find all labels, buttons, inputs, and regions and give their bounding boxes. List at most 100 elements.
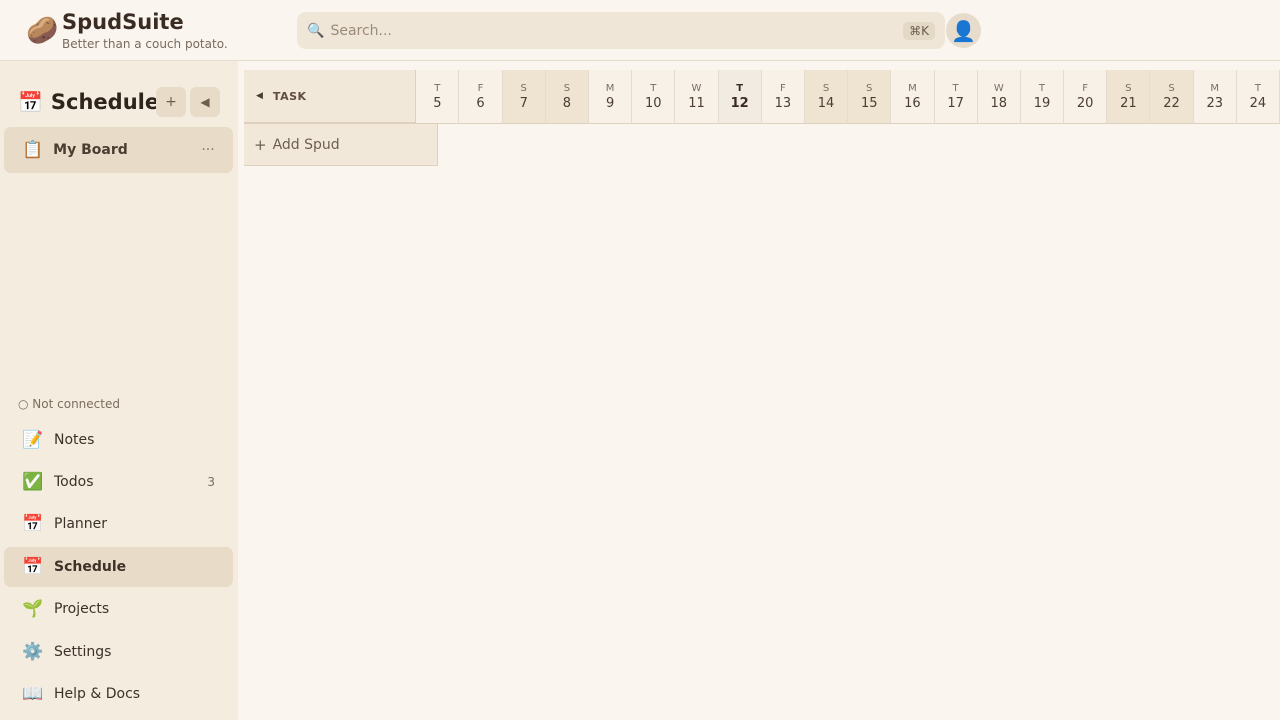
search-icon: 🔍: [307, 22, 325, 39]
board-item-my-board[interactable]: 📋 My Board ···: [4, 127, 233, 173]
day-weekday-letter: T: [736, 82, 744, 94]
calendar-icon: 📅: [22, 557, 44, 577]
day-weekday-letter: S: [1125, 82, 1132, 94]
clipboard-icon: 📋: [22, 140, 44, 160]
day-weekday-letter: F: [1082, 82, 1089, 94]
day-weekday-letter: T: [1038, 82, 1046, 94]
more-options-button[interactable]: ···: [193, 142, 223, 158]
day-weekday-letter: M: [1210, 82, 1220, 94]
plus-icon: +: [254, 135, 267, 154]
day-date-number: 12: [730, 95, 749, 111]
day-column-header[interactable]: W 18: [977, 70, 1021, 124]
day-column-header[interactable]: F 20: [1064, 70, 1108, 124]
day-column-header[interactable]: F6: [459, 70, 503, 124]
nav-item-planner[interactable]: 📅 Planner: [4, 504, 233, 544]
day-column-header[interactable]: M 23: [1193, 70, 1237, 124]
todo-count-badge: 3: [207, 475, 215, 489]
day-weekday-letter: F: [779, 82, 786, 94]
day-weekday-letter: T: [434, 82, 441, 94]
day-column-header[interactable]: S8: [545, 70, 589, 124]
nav-label: Schedule: [54, 559, 127, 575]
day-column-header[interactable]: S 14: [804, 70, 849, 124]
calendar-icon: 📅: [18, 90, 43, 114]
timeline-header: ◀ TASK T 5 F 6 S 7 S 8 M 9 T 10 W 11 T 12 F 13 S 14 S 15 M 16 T 1…: [244, 70, 1280, 124]
search-shortcut-hint: ⌘K: [903, 21, 935, 40]
nav-label: Help & Docs: [54, 686, 141, 702]
day-weekday-letter: S: [1168, 82, 1175, 94]
memo-icon: 📝: [22, 430, 44, 450]
gear-icon: ⚙️: [22, 642, 44, 662]
day-date-number: 8: [562, 95, 572, 111]
add-board-button[interactable]: +: [156, 87, 186, 117]
add-spud-button[interactable]: + Add Spud: [244, 124, 438, 166]
brand-text: SpudSuite Better than a couch potato.: [62, 10, 228, 52]
day-date-number: 21: [1120, 95, 1137, 111]
day-weekday-letter: S: [866, 82, 873, 94]
check-icon: ✅: [22, 472, 44, 492]
sidebar: 📅 Schedule + ◀ 📋 My Board ··· ○ Not conn…: [0, 61, 238, 720]
day-date-number: 22: [1163, 95, 1180, 111]
brand[interactable]: 🥔 SpudSuite Better than a couch potato.: [26, 10, 228, 52]
task-column-header: ◀ TASK: [244, 70, 417, 124]
nav-item-settings[interactable]: ⚙️ Settings: [4, 632, 233, 672]
day-date-number: 5: [433, 95, 442, 111]
search-input[interactable]: [330, 22, 904, 39]
search-bar[interactable]: 🔍 ⌘K: [297, 12, 945, 49]
nav-item-todos[interactable]: ✅ Todos 3: [4, 462, 233, 502]
nav-item-help-docs[interactable]: 📖 Help & Docs: [4, 674, 233, 714]
add-spud-label: Add Spud: [272, 136, 340, 153]
day-column-header[interactable]: M9: [589, 70, 633, 124]
day-column-header[interactable]: S7: [502, 70, 546, 124]
top-bar: 🥔 SpudSuite Better than a couch potato. …: [0, 0, 1280, 61]
nav-label: Settings: [54, 644, 112, 660]
task-column-title: TASK: [272, 89, 307, 103]
day-weekday-letter: S: [520, 82, 527, 94]
day-weekday-letter: F: [477, 82, 484, 94]
day-column-header[interactable]: S 21: [1107, 70, 1151, 124]
day-weekday-letter: T: [952, 82, 959, 94]
board-label: My Board: [53, 142, 128, 158]
day-date-number: 11: [688, 95, 705, 111]
nav-item-notes[interactable]: 📝 Notes: [4, 420, 233, 460]
nav-item-projects[interactable]: 🌱 Projects: [4, 589, 233, 629]
day-date-number: 18: [990, 95, 1008, 111]
potato-logo-icon: 🥔: [26, 16, 59, 46]
nav-item-schedule[interactable]: 📅 Schedule: [4, 547, 233, 587]
collapse-sidebar-button[interactable]: ◀: [190, 87, 220, 117]
day-date-number: 17: [947, 95, 964, 111]
book-icon: 📖: [22, 684, 44, 704]
schedule-timeline: ◀ TASK T 5 F 6 S 7 S 8 M 9 T 10 W 11 T 12 F 13 S 14 S 15 M 16 T 1…: [244, 70, 1280, 720]
nav-label: Planner: [54, 516, 108, 532]
day-column-header[interactable]: T 10: [632, 70, 676, 124]
day-weekday-letter: W: [691, 82, 702, 94]
seedling-icon: 🌱: [22, 599, 44, 619]
day-date-number: 20: [1076, 95, 1094, 111]
user-avatar-button[interactable]: 👤: [946, 13, 981, 48]
nav-label: Projects: [54, 601, 110, 617]
day-date-number: 9: [605, 95, 615, 111]
sidebar-title: Schedule: [50, 90, 160, 114]
day-column-header[interactable]: S 15: [848, 70, 892, 124]
day-column-header[interactable]: M 16: [891, 70, 935, 124]
day-weekday-letter: W: [993, 82, 1004, 94]
nav-label: Notes: [54, 432, 95, 448]
day-column-header[interactable]: F 13: [761, 70, 805, 124]
calendar-icon: 📅: [22, 514, 44, 534]
app-tagline: Better than a couch potato.: [62, 37, 228, 51]
day-date-number: 23: [1206, 95, 1223, 111]
day-column-header[interactable]: T 17: [934, 70, 978, 124]
nav-label: Todos: [54, 474, 94, 490]
day-column-header[interactable]: S 22: [1150, 70, 1194, 124]
plus-icon: +: [165, 94, 177, 110]
day-date-number: 10: [645, 95, 662, 111]
day-column-header[interactable]: T 19: [1020, 70, 1065, 124]
day-column-header[interactable]: W 11: [675, 70, 719, 124]
collapse-tasks-icon[interactable]: ◀: [256, 91, 263, 101]
day-date-number: 14: [817, 95, 835, 111]
day-column-header[interactable]: T 24: [1236, 70, 1280, 124]
day-column-header[interactable]: T5: [416, 70, 460, 124]
day-weekday-letter: M: [908, 82, 917, 94]
day-column-header[interactable]: T 12: [718, 70, 762, 124]
day-date-number: 13: [774, 95, 792, 111]
day-date-number: 15: [860, 95, 878, 111]
